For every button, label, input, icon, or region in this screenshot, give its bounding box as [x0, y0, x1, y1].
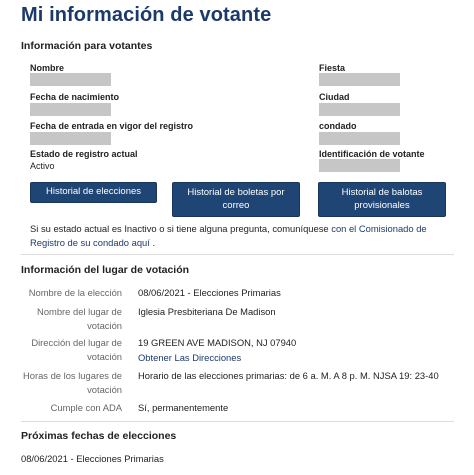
- page-title: Mi información de votante: [21, 4, 272, 26]
- election-name-value: 08/06/2021 - Elecciones Primarias: [138, 287, 281, 298]
- election-name-label: Nombre de la elección: [28, 287, 122, 298]
- ada-compliance-label: Cumple con ADA: [50, 402, 122, 413]
- birthdate-value-redacted: [30, 103, 111, 116]
- name-label: Nombre: [30, 63, 65, 73]
- registration-date-label: Fecha de entrada en vigor del registro: [30, 121, 194, 131]
- name-value-redacted: [30, 73, 111, 86]
- upcoming-elections-heading: Próximas fechas de elecciones: [21, 430, 177, 442]
- city-label: Ciudad: [319, 92, 350, 102]
- county-label: condado: [319, 121, 357, 131]
- city-value-redacted: [319, 103, 400, 116]
- polling-place-heading: Información del lugar de votación: [21, 264, 190, 276]
- voter-id-value-redacted: [319, 159, 400, 172]
- election-history-button[interactable]: Historial de elecciones: [30, 182, 157, 203]
- birthdate-label: Fecha de nacimiento: [30, 92, 120, 102]
- provisional-ballot-history-button[interactable]: Historial de balotas provisionales: [318, 182, 446, 217]
- divider-1: [21, 254, 454, 255]
- polling-place-address-value: 19 GREEN AVE MADISON, NJ 07940: [138, 337, 297, 348]
- registration-date-value-redacted: [30, 132, 111, 145]
- mail-ballot-history-button[interactable]: Historial de boletas por correo: [172, 182, 300, 217]
- get-directions-link[interactable]: Obtener Las Direcciones: [138, 352, 241, 363]
- polling-hours-label: Horas de los lugares de votación: [22, 370, 122, 396]
- status-note-suffix: .: [149, 236, 156, 248]
- registration-status-value: Activo: [30, 161, 55, 171]
- county-value-redacted: [319, 132, 400, 145]
- party-label: Fiesta: [319, 63, 346, 73]
- polling-place-name-value: Iglesia Presbiteriana De Madison: [138, 306, 276, 317]
- polling-hours-value: Horario de las elecciones primarias: de …: [138, 370, 439, 381]
- upcoming-election-item: 08/06/2021 - Elecciones Primarias: [21, 453, 164, 464]
- party-value-redacted: [319, 73, 400, 86]
- registration-status-label: Estado de registro actual: [30, 149, 138, 159]
- polling-place-address-label: Dirección del lugar de votación: [31, 337, 122, 363]
- ada-compliance-value: Sí, permanentemente: [138, 402, 229, 413]
- divider-2: [21, 421, 454, 422]
- voter-id-label: Identificación de votante: [319, 149, 425, 159]
- voter-info-heading: Información para votantes: [21, 40, 153, 52]
- status-note-text: Si su estado actual es Inactivo o si tie…: [30, 223, 332, 234]
- polling-place-name-label: Nombre del lugar de votación: [37, 306, 122, 332]
- status-note: Si su estado actual es Inactivo o si tie…: [30, 222, 455, 249]
